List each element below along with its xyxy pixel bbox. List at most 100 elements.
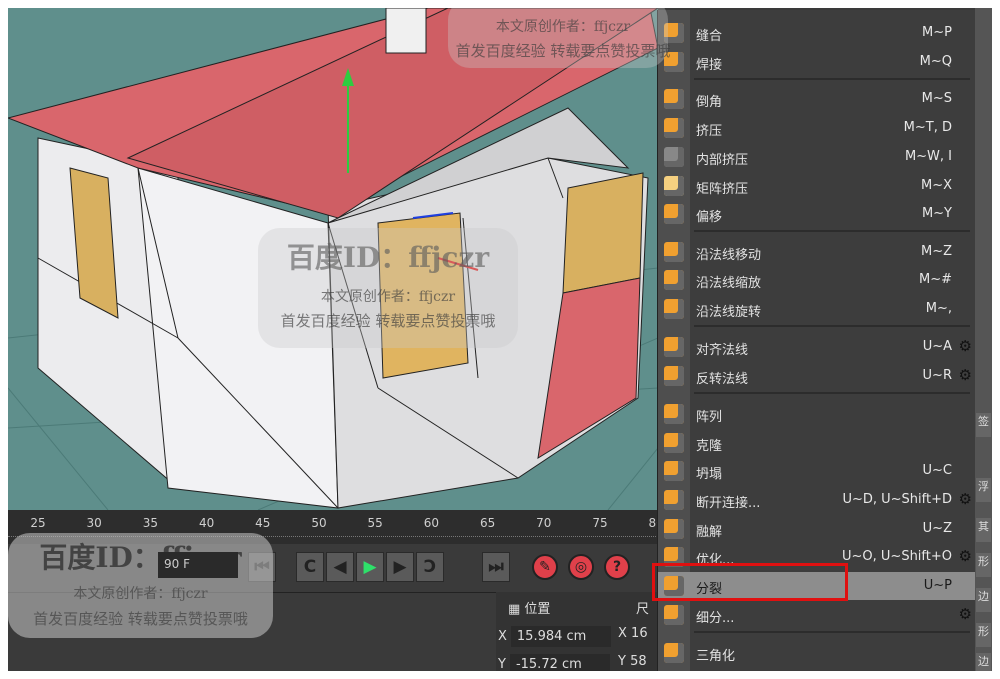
menu-item-label: 坍塌 <box>696 467 723 482</box>
menu-item-label: 对齐法线 <box>696 343 749 358</box>
clone-icon <box>664 433 684 453</box>
right-strip-tab[interactable]: 边 <box>976 653 991 671</box>
right-strip-tab[interactable]: 浮 <box>976 478 991 502</box>
array-icon <box>664 404 684 424</box>
menu-item-align-normals[interactable]: 对齐法线 U~A ⚙ <box>658 333 976 361</box>
menu-item-smooth-shift[interactable]: 偏移 M~Y <box>658 200 976 228</box>
go-to-end-icon: ⏭ <box>488 557 504 577</box>
next-frame-icon: ▶ <box>393 557 407 577</box>
menu-item-clone[interactable]: 克隆 <box>658 429 976 457</box>
timeline-tick: 65 <box>479 516 496 530</box>
menu-item-label: 反转法线 <box>696 372 749 387</box>
menu-item-label: 断开连接... <box>696 496 761 511</box>
menu-item-weld[interactable]: 焊接 M~Q <box>658 48 976 76</box>
menu-item-label: 沿法线移动 <box>696 248 762 263</box>
size-x-field[interactable]: X 16 <box>618 626 648 641</box>
right-strip-tab[interactable]: 签 <box>976 413 991 437</box>
right-strip-tab[interactable]: 其 <box>976 518 991 542</box>
menu-item-bevel[interactable]: 倒角 M~S <box>658 85 976 113</box>
menu-item-shortcut: M~Z <box>920 244 952 259</box>
timeline-tick: 35 <box>142 516 159 530</box>
menu-item-stitch[interactable]: 缝合 M~P <box>658 19 976 47</box>
go-to-end-button[interactable]: ⏭ <box>482 552 510 582</box>
timeline-tick: 70 <box>536 516 552 530</box>
menu-item-label: 焊接 <box>696 58 723 73</box>
menu-item-label: 偏移 <box>696 210 723 225</box>
play-icon: ▶ <box>363 557 377 577</box>
position-x-field[interactable]: 15.984 cm <box>510 626 611 647</box>
timeline-tick: 50 <box>311 516 327 530</box>
menu-item-collapse[interactable]: 坍塌 U~C <box>658 457 976 485</box>
prev-key-button[interactable]: C <box>296 552 324 582</box>
menu-item-label: 沿法线旋转 <box>696 305 762 320</box>
menu-separator <box>694 230 970 232</box>
autokey-button[interactable]: ◎ <box>568 554 594 580</box>
normal-scale-icon <box>664 270 684 290</box>
menu-item-shortcut: M~Q <box>919 54 952 69</box>
record-key-button[interactable]: ✎ <box>532 554 558 580</box>
position-y-field[interactable]: -15.72 cm <box>509 654 610 671</box>
coordinates-panel: ▦ 位置 尺 X 15.984 cm Y -15.72 cm X 16 Y 58 <box>496 592 658 671</box>
watermark-top-line1: 本文原创作者：ffjczr <box>495 19 631 35</box>
menu-item-normal-move[interactable]: 沿法线移动 M~Z <box>658 238 976 266</box>
gear-icon[interactable]: ⚙ <box>959 605 972 623</box>
matrix-extrude-icon <box>664 176 684 196</box>
menu-item-disconnect[interactable]: 断开连接... U~D, U~Shift+D ⚙ <box>658 486 976 514</box>
menu-item-extrude-inner[interactable]: 内部挤压 M~W, I <box>658 143 976 171</box>
next-key-icon: Ↄ <box>423 557 437 577</box>
right-strip-tab[interactable]: 形 <box>976 553 991 577</box>
watermark-top-line2: 首发百度经验 转载要点赞投票哦 <box>455 42 671 60</box>
next-key-button[interactable]: Ↄ <box>416 552 444 582</box>
chimney <box>385 8 427 54</box>
subdivide-icon <box>664 605 684 625</box>
menu-item-label: 挤压 <box>696 124 723 139</box>
door-window <box>562 172 644 294</box>
end-frame-field[interactable]: 90 F <box>158 552 238 578</box>
menu-item-subdivide[interactable]: 细分... ⚙ <box>658 601 976 629</box>
timeline-tick: 40 <box>198 516 215 530</box>
right-strip-tab[interactable]: 形 <box>976 623 991 647</box>
menu-item-array[interactable]: 阵列 <box>658 400 976 428</box>
watermark-bottom-line2: 首发百度经验 转载要点赞投票哦 <box>33 610 248 628</box>
cinema4d-window: 253035404550556065707580 90 F ⏮C◀▶▶Ↄ⏭✎◎?… <box>8 8 992 671</box>
normal-move-icon <box>664 242 684 262</box>
menu-item-label: 融解 <box>696 525 723 540</box>
reverse-normals-icon <box>664 366 684 386</box>
menu-item-label: 三角化 <box>696 649 736 664</box>
menu-item-extrude[interactable]: 挤压 M~T, D <box>658 114 976 142</box>
menu-item-triangulate[interactable]: 三角化 <box>658 639 976 667</box>
menu-item-reverse-normals[interactable]: 反转法线 U~R ⚙ <box>658 362 976 390</box>
timeline-tick: 45 <box>255 516 271 530</box>
bevel-icon <box>664 89 684 109</box>
watermark-bottom-line1: 本文原创作者：ffjczr <box>73 586 208 602</box>
menu-item-normal-rotate[interactable]: 沿法线旋转 M~, <box>658 295 976 323</box>
dissolve-icon <box>664 519 684 539</box>
timeline-tick: 55 <box>367 516 383 530</box>
prev-frame-button[interactable]: ◀ <box>326 552 354 582</box>
menu-item-label: 阵列 <box>696 410 723 425</box>
keyframe-selection-button[interactable]: ? <box>604 554 630 580</box>
timeline-tick: 75 <box>592 516 608 530</box>
disconnect-icon <box>664 490 684 510</box>
menu-item-shortcut: U~D, U~Shift+D <box>842 492 952 507</box>
menu-item-shortcut: U~R <box>922 368 952 383</box>
gear-icon[interactable]: ⚙ <box>959 547 972 565</box>
y-label: Y <box>498 657 506 671</box>
menu-item-shortcut: M~X <box>920 178 952 193</box>
extrude-icon <box>664 118 684 138</box>
size-y-field[interactable]: Y 58 <box>618 654 647 669</box>
menu-item-matrix-extrude[interactable]: 矩阵挤压 M~X <box>658 172 976 200</box>
menu-item-label: 内部挤压 <box>696 153 749 168</box>
menu-separator <box>694 631 970 633</box>
menu-item-normal-scale[interactable]: 沿法线缩放 M~# <box>658 266 976 294</box>
menu-item-shortcut: M~S <box>921 91 952 106</box>
menu-item-dissolve[interactable]: 融解 U~Z <box>658 515 976 543</box>
watermark-brand: 百度ID：ffjczr <box>286 241 490 274</box>
gear-icon[interactable]: ⚙ <box>959 490 972 508</box>
menu-item-label: 细分... <box>696 611 735 626</box>
gear-icon[interactable]: ⚙ <box>959 337 972 355</box>
next-frame-button[interactable]: ▶ <box>386 552 414 582</box>
gear-icon[interactable]: ⚙ <box>959 366 972 384</box>
right-strip-tab[interactable]: 边 <box>976 588 991 612</box>
play-button[interactable]: ▶ <box>356 552 384 582</box>
